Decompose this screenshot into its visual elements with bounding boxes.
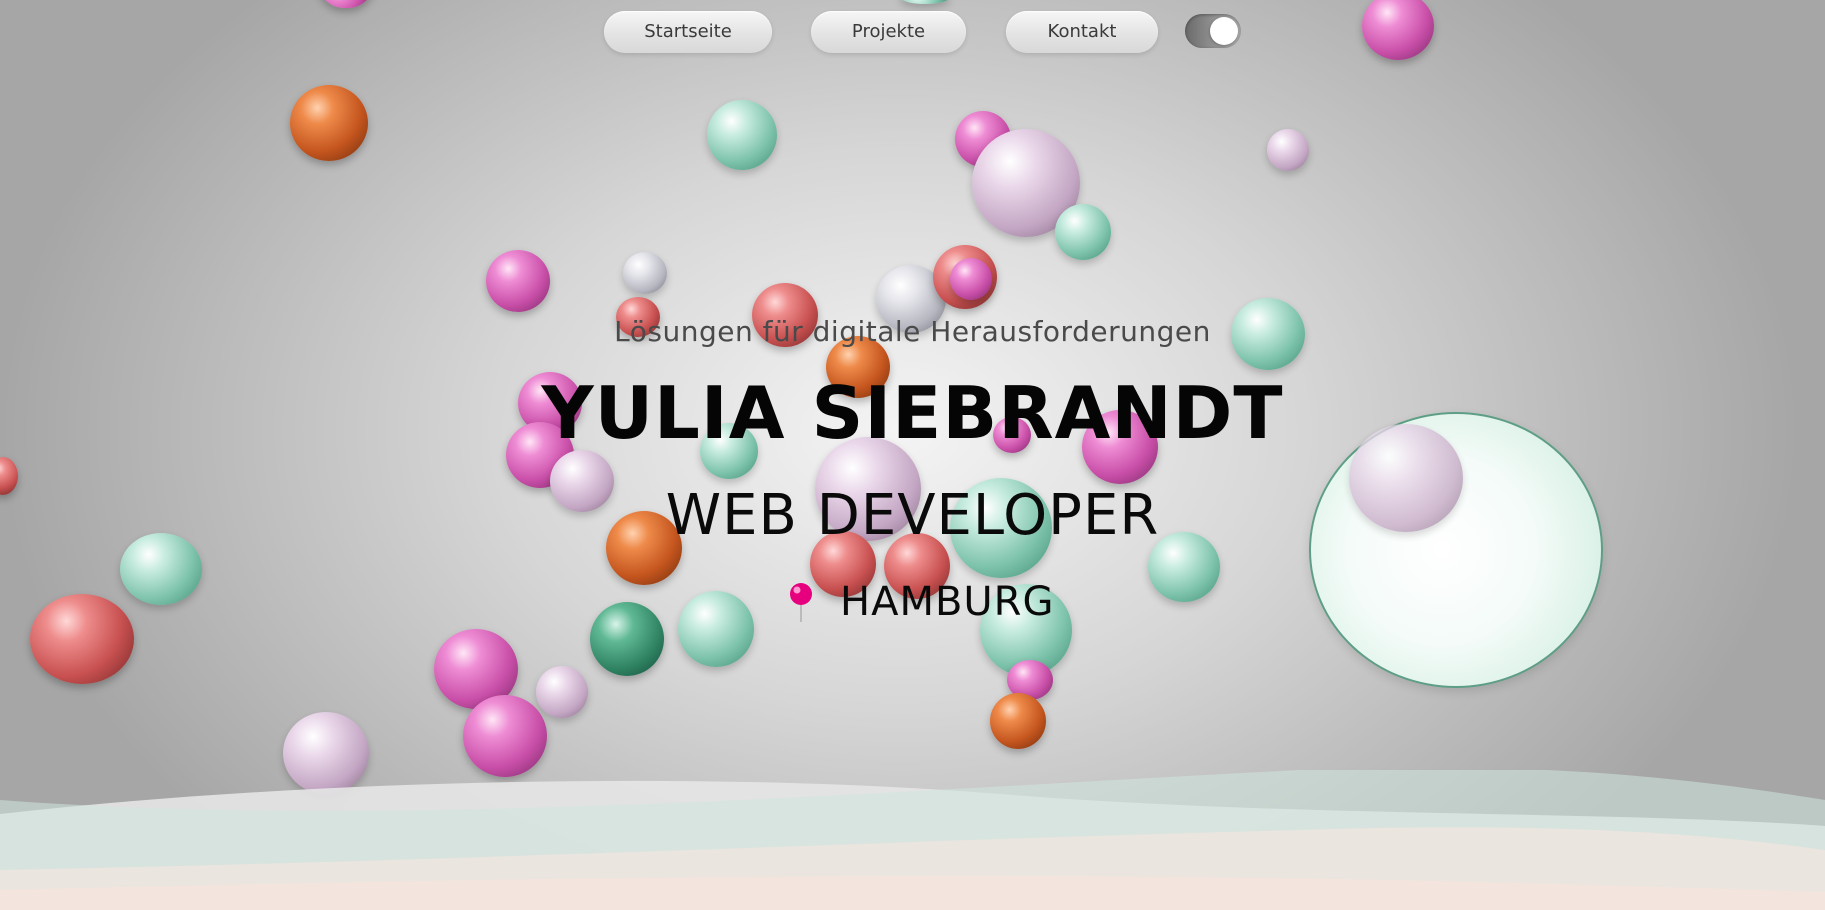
sphere-decoration [30, 594, 134, 684]
sphere-decoration [950, 258, 992, 300]
location-city: HAMBURG [840, 579, 1055, 625]
sphere-decoration [1267, 129, 1309, 171]
sphere-decoration [590, 602, 664, 676]
theme-toggle[interactable] [1185, 14, 1241, 48]
wave-decoration [0, 770, 1825, 910]
sphere-decoration [463, 695, 547, 777]
top-navigation: Startseite Projekte Kontakt [0, 0, 1825, 70]
hero-role: WEB DEVELOPER [665, 483, 1160, 548]
hero-tagline: Lösungen für digitale Herausforderungen [614, 315, 1211, 348]
nav-projects-button[interactable]: Projekte [811, 11, 966, 53]
sphere-decoration [536, 666, 588, 718]
sphere-decoration [707, 100, 777, 170]
nav-home-button[interactable]: Startseite [604, 11, 772, 53]
sphere-decoration [1055, 204, 1111, 260]
sphere-decoration [678, 591, 754, 667]
hero-section: Startseite Projekte Kontakt Lösungen für… [0, 0, 1825, 910]
hero-name: YULIA SIEBRANDT [541, 371, 1284, 455]
sphere-decoration [486, 250, 550, 312]
toggle-knob [1210, 17, 1238, 45]
nav-contact-button[interactable]: Kontakt [1006, 11, 1158, 53]
sphere-decoration [290, 85, 368, 161]
sphere-decoration [990, 693, 1046, 749]
map-pin-icon [790, 583, 812, 622]
sphere-decoration [623, 252, 667, 294]
